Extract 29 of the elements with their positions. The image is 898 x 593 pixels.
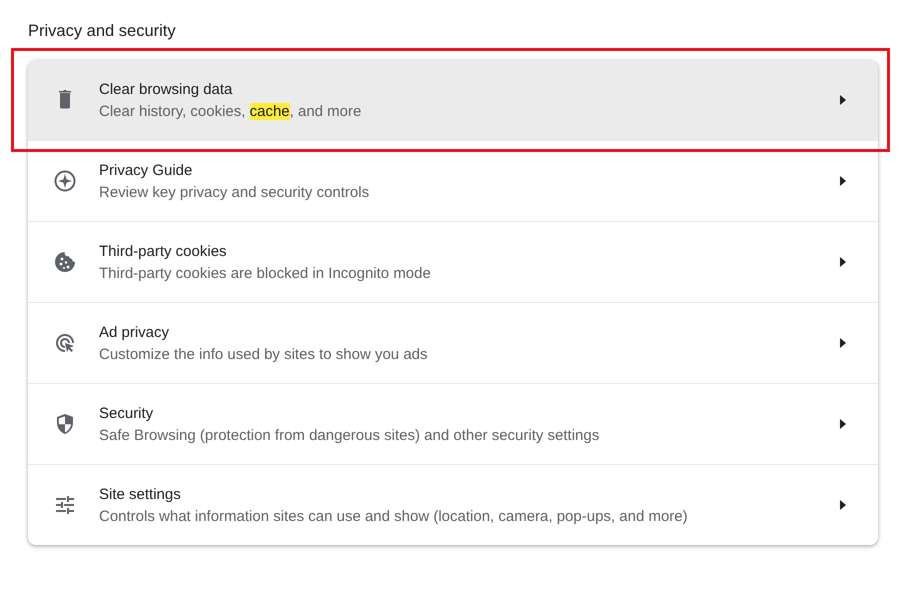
- chevron-right-icon: [838, 175, 848, 187]
- row-description: Clear history, cookies, cache, and more: [99, 102, 362, 120]
- row-description: Third-party cookies are blocked in Incognito mode: [99, 264, 432, 282]
- row-description: Safe Browsing (protection from dangerous sites) and other security settings: [99, 426, 600, 444]
- row-description: Review key privacy and security controls: [99, 184, 370, 200]
- row-title: Privacy Guide: [99, 162, 194, 178]
- settings-row[interactable]: Clear browsing data Clear history, cookies, cache, and more: [28, 60, 878, 140]
- settings-row[interactable]: Site settings Controls what information sites can use and show (location, camera, pop-ups, and more): [28, 464, 878, 545]
- row-title: Site settings: [99, 486, 182, 502]
- row-title: Clear browsing data: [99, 80, 234, 98]
- settings-row[interactable]: Security Safe Browsing (protection from dangerous sites) and other security settings: [28, 383, 878, 464]
- settings-row[interactable]: Ad privacy Customize the info used by sites to show you ads: [28, 302, 878, 383]
- row-title: Security: [99, 404, 154, 422]
- chevron-right-icon: [838, 418, 848, 430]
- row-title: Ad privacy: [99, 324, 170, 340]
- section-title: Privacy and security: [28, 22, 177, 41]
- chevron-right-icon: [838, 256, 848, 268]
- compass-icon: [53, 169, 77, 193]
- chevron-right-icon: [838, 94, 848, 106]
- chevron-right-icon: [838, 337, 848, 349]
- sliders-icon: [53, 493, 77, 517]
- settings-row[interactable]: Third-party cookies Third-party cookies are blocked in Incognito mode: [28, 221, 878, 302]
- chevron-right-icon: [838, 499, 848, 511]
- row-title: Third-party cookies: [99, 242, 228, 260]
- cursor-target-icon: [53, 331, 77, 355]
- row-description: Customize the info used by sites to show you ads: [99, 346, 429, 362]
- cookie-icon: [53, 250, 77, 274]
- row-description: Controls what information sites can use and show (location, camera, pop-ups, and more): [99, 508, 689, 524]
- settings-row[interactable]: Privacy Guide Review key privacy and security controls: [28, 140, 878, 221]
